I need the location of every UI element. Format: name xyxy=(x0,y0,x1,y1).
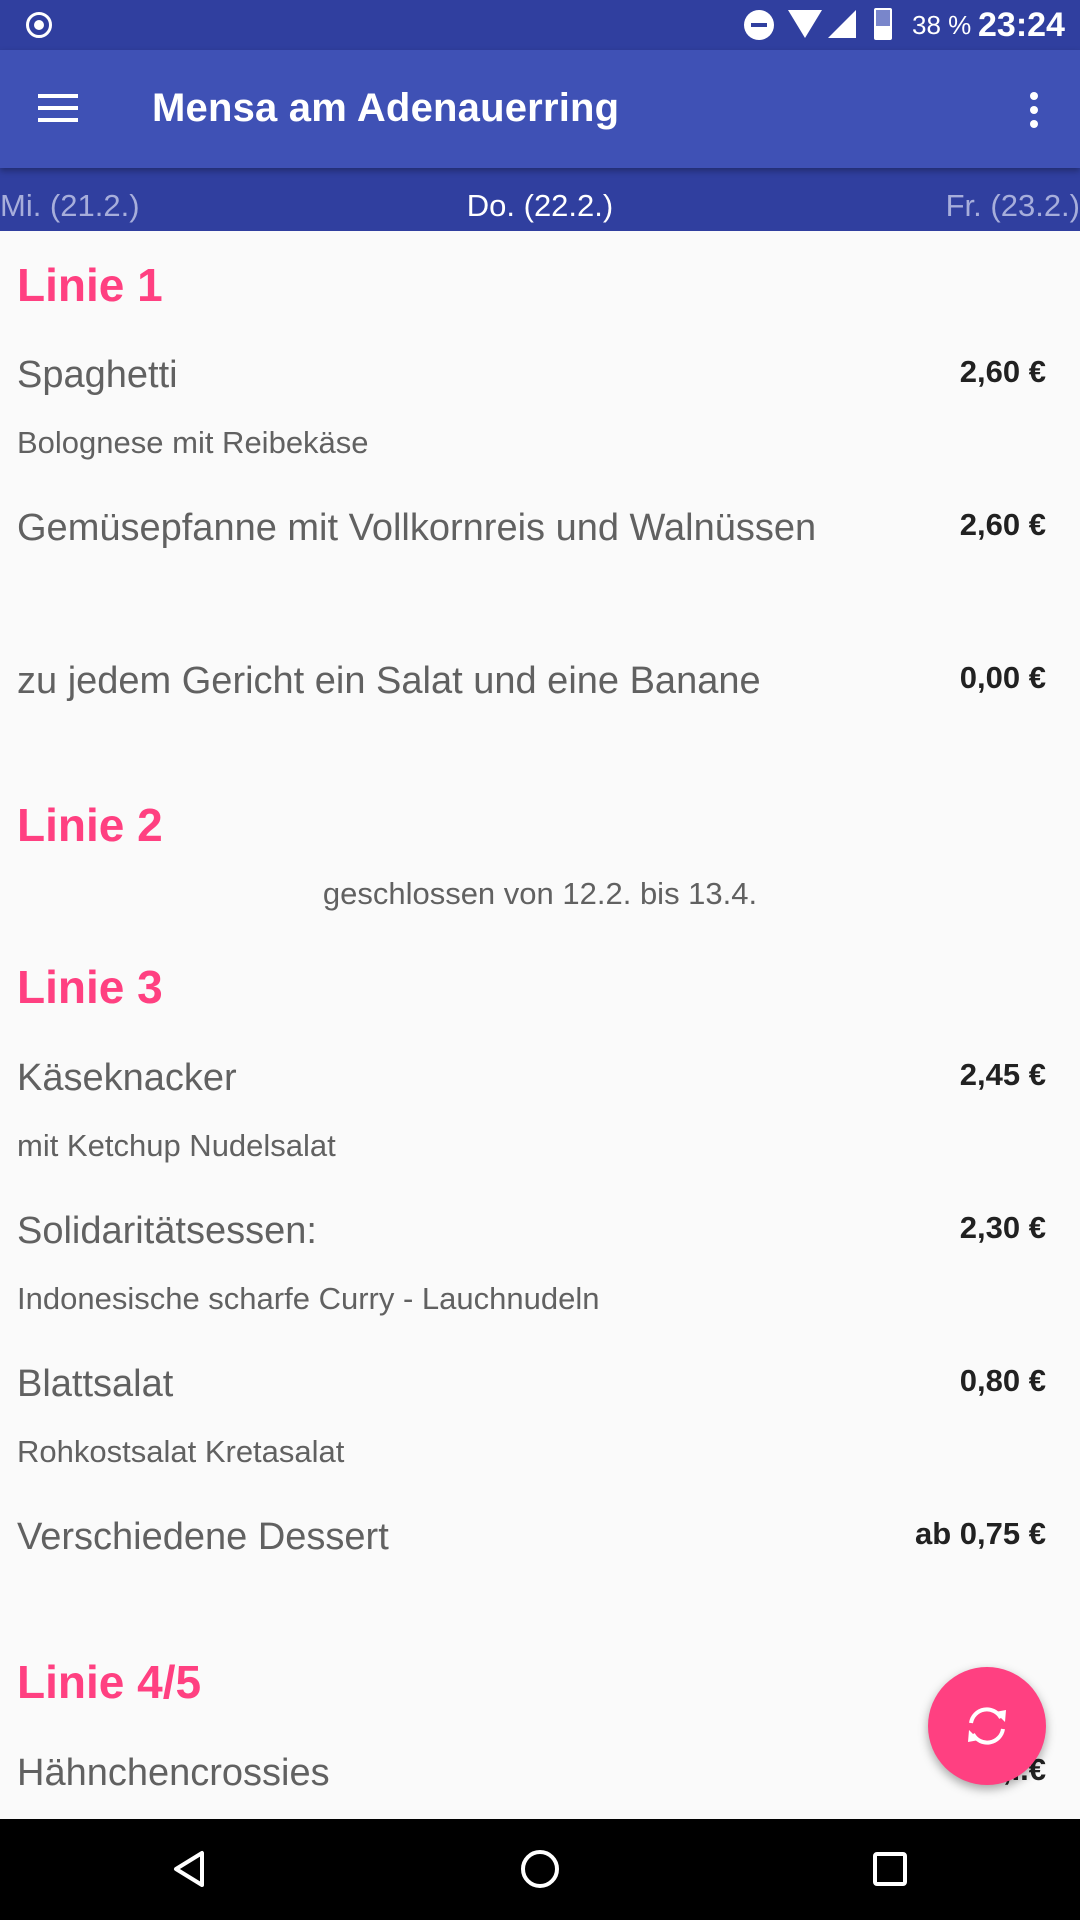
meal-description: mit Ketchup Nudelsalat xyxy=(17,1128,336,1163)
meal-price: 0,80 € xyxy=(959,1363,1046,1398)
meal-name: Verschiedene Dessert xyxy=(17,1516,389,1558)
refresh-button[interactable] xyxy=(928,1667,1046,1785)
app-title: Mensa am Adenauerring xyxy=(152,86,620,130)
meal-price: 2,60 € xyxy=(959,507,1046,542)
wifi-icon xyxy=(788,10,822,38)
do-not-disturb-icon xyxy=(744,10,774,40)
meal-name: Blattsalat xyxy=(17,1363,174,1405)
closed-note: geschlossen von 12.2. bis 13.4. xyxy=(322,876,758,911)
meal-description: Indonesische scharfe Curry - Lauchnudeln xyxy=(17,1281,600,1316)
tab-next-day[interactable]: Fr. (23.2.) xyxy=(946,188,1080,224)
tab-current-day[interactable]: Do. (22.2.) xyxy=(0,188,1080,224)
meal-price: 2,45 € xyxy=(959,1057,1046,1092)
refresh-sync-icon xyxy=(968,1707,1006,1745)
tab-previous-day[interactable]: Mi. (21.2.) xyxy=(0,188,140,224)
signal-icon xyxy=(828,10,856,38)
clock: 23:24 xyxy=(978,6,1065,44)
more-vert-icon[interactable] xyxy=(1026,90,1042,130)
hamburger-menu-icon[interactable] xyxy=(38,94,78,124)
navigation-bar xyxy=(0,1819,1080,1920)
meal-name: Gemüsepfanne mit Vollkornreis und Walnüs… xyxy=(17,507,817,549)
meal-price: 2,30 € xyxy=(959,1210,1046,1245)
meal-price: ab 0,75 € xyxy=(915,1516,1046,1551)
meal-description: Rohkostsalat Kretasalat xyxy=(17,1434,345,1469)
menu-content[interactable]: Linie 1 Spaghetti 2,60 € Bolognese mit R… xyxy=(0,231,1080,1819)
record-icon xyxy=(26,12,52,38)
battery-icon xyxy=(874,8,892,40)
home-icon[interactable] xyxy=(518,1847,562,1896)
meal-price: 2,60 € xyxy=(959,354,1046,389)
meal-name: Spaghetti xyxy=(17,354,178,396)
line-title: Linie 2 xyxy=(17,799,163,851)
line-title: Linie 1 xyxy=(17,259,163,311)
recents-icon[interactable] xyxy=(870,1847,910,1896)
line-title: Linie 3 xyxy=(17,961,163,1013)
day-tabs: Do. (22.2.) Mi. (21.2.) Fr. (23.2.) xyxy=(0,168,1080,231)
line-title: Linie 4/5 xyxy=(17,1656,202,1708)
meal-name: Hähnchencrossies xyxy=(17,1752,330,1794)
meal-name: zu jedem Gericht ein Salat und eine Bana… xyxy=(17,660,761,702)
app-bar: Mensa am Adenauerring xyxy=(0,50,1080,168)
meal-description: Bolognese mit Reibekäse xyxy=(17,425,369,460)
meal-name: Solidaritätsessen: xyxy=(17,1210,317,1252)
battery-percentage: 38 % xyxy=(912,10,972,40)
meal-name: Käseknacker xyxy=(17,1057,237,1099)
back-icon[interactable] xyxy=(168,1847,212,1896)
status-bar: 38 % 23:24 xyxy=(0,0,1080,50)
meal-price: 0,00 € xyxy=(959,660,1046,695)
